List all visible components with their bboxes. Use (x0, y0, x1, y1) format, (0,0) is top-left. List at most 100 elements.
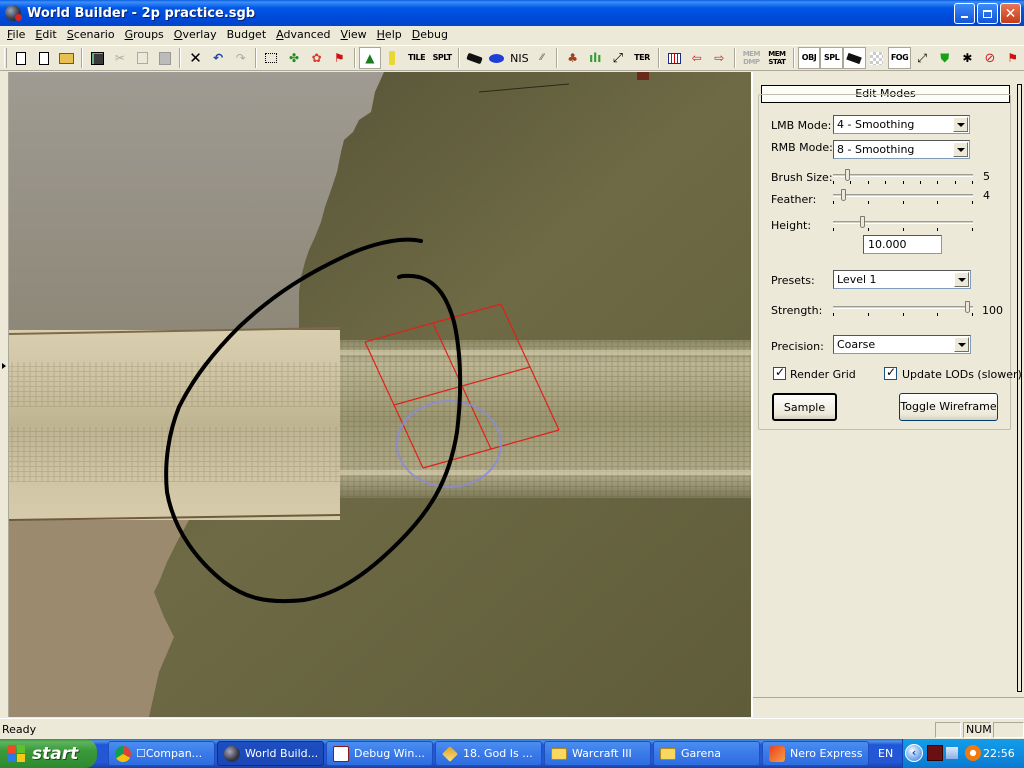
panel-scrollbar[interactable] (1017, 84, 1022, 692)
move-right-button[interactable]: ⇨ (708, 47, 731, 69)
network-icon[interactable] (946, 747, 958, 759)
split-button[interactable]: SPLT (429, 47, 455, 69)
taskbar-item[interactable]: Warcraft III (544, 741, 651, 766)
slider-track[interactable] (833, 221, 973, 224)
view-shield-button[interactable]: ⛊ (933, 47, 956, 69)
menu-scenario[interactable]: Scenario (62, 26, 120, 44)
tray-app-icon[interactable] (927, 745, 943, 761)
ter-button[interactable]: TER (629, 47, 655, 69)
delete-button[interactable]: ✕ (184, 47, 207, 69)
cut-button[interactable]: ✂ (108, 47, 131, 69)
taskbar-item[interactable]: Nero Express (762, 741, 869, 766)
minimize-button[interactable] (954, 3, 975, 24)
height-input[interactable]: 10.000 (863, 235, 942, 254)
tile-button[interactable]: TILE (404, 47, 430, 69)
taskbar-item[interactable]: World Build... (217, 741, 324, 766)
line-button[interactable]: ⤢ (607, 47, 630, 69)
menu-debug[interactable]: Debug (407, 26, 453, 44)
feather-slider[interactable] (833, 189, 973, 205)
chevron-down-icon[interactable] (953, 117, 968, 132)
new-alt-button[interactable] (33, 47, 56, 69)
slider-track[interactable] (833, 174, 973, 177)
view-flags-button[interactable]: ⚑ (1001, 47, 1024, 69)
mem-stat-button[interactable]: MEM STAT (764, 47, 790, 69)
terrain-edit-button[interactable]: ▲ (358, 47, 382, 69)
taskbar-item[interactable]: 18. God Is ... (435, 741, 542, 766)
world-builder-app-icon[interactable] (5, 5, 22, 21)
lmb-mode-select[interactable]: 4 - Smoothing (833, 115, 970, 134)
terrain-render[interactable] (9, 72, 751, 717)
view-rng-button[interactable]: ⊘ (979, 47, 1002, 69)
menu-file[interactable]: File (2, 26, 30, 44)
menu-overlay[interactable]: Overlay (169, 26, 222, 44)
brush-size-slider[interactable] (833, 169, 973, 185)
chevron-down-icon[interactable] (953, 142, 968, 157)
slider-thumb[interactable] (860, 216, 865, 228)
open-button[interactable] (55, 47, 78, 69)
menu-advanced[interactable]: Advanced (271, 26, 335, 44)
undo-button[interactable]: ↶ (207, 47, 230, 69)
map-viewport[interactable] (9, 72, 751, 717)
slider-thumb[interactable] (841, 189, 846, 201)
move-left-button[interactable]: ⇦ (685, 47, 708, 69)
precision-select[interactable]: Coarse (833, 335, 971, 354)
view-obj-button[interactable]: OBJ (797, 47, 821, 69)
language-indicator[interactable]: EN (878, 747, 893, 760)
fire-button[interactable]: ♣ (561, 47, 584, 69)
view-paths-button[interactable]: ⤢ (911, 47, 934, 69)
expand-arrow-icon[interactable] (2, 363, 6, 369)
menu-edit[interactable]: Edit (30, 26, 61, 44)
render-grid-checkbox[interactable] (773, 365, 786, 380)
markers-button[interactable]: ✿ (305, 47, 328, 69)
clock[interactable]: 22:56 (983, 747, 1015, 760)
road-button[interactable] (463, 47, 486, 69)
calendar-button[interactable] (663, 47, 686, 69)
paste-button[interactable] (154, 47, 177, 69)
menu-groups[interactable]: Groups (120, 26, 169, 44)
view-fog-button[interactable]: FOG (888, 47, 911, 69)
save-button[interactable] (86, 47, 109, 69)
start-button[interactable]: start (0, 739, 97, 768)
taskbar-item[interactable]: Debug Win... (326, 741, 433, 766)
mem-dmp-button[interactable]: MEM DMP (739, 47, 765, 69)
view-players-button[interactable]: ✱ (956, 47, 979, 69)
height-slider[interactable] (833, 216, 973, 232)
slider-thumb[interactable] (965, 301, 970, 313)
update-lods-checkbox[interactable] (884, 365, 897, 380)
path-button[interactable]: ⁄⁄ (531, 47, 554, 69)
toggle-wireframe-button[interactable]: Toggle Wireframe (899, 393, 998, 421)
presets-select[interactable]: Level 1 (833, 270, 971, 289)
redo-button[interactable]: ↷ (229, 47, 252, 69)
menu-view[interactable]: View (336, 26, 372, 44)
close-button[interactable]: ✕ (1000, 3, 1021, 24)
chevron-down-icon[interactable] (954, 272, 969, 287)
taskbar-item[interactable]: Garena (653, 741, 760, 766)
show-hidden-icons-button[interactable]: ‹ (905, 744, 923, 762)
view-checker-button[interactable] (866, 47, 889, 69)
select-button[interactable] (260, 47, 283, 69)
slider-thumb[interactable] (845, 169, 850, 181)
flag-button[interactable]: ⚑ (328, 47, 351, 69)
nis-button[interactable]: NIS (508, 47, 531, 69)
copy-button[interactable] (131, 47, 154, 69)
restore-button[interactable] (977, 3, 998, 24)
view-spl-button[interactable]: SPL (820, 47, 843, 69)
foliage-button[interactable]: ılı (584, 47, 607, 69)
menu-help[interactable]: Help (372, 26, 407, 44)
rmb-mode-select[interactable]: 8 - Smoothing (833, 140, 970, 159)
water-button[interactable] (486, 47, 509, 69)
slider-track[interactable] (833, 194, 973, 197)
map-object[interactable] (637, 72, 649, 80)
taskbar-item[interactable]: ☐Compan... (108, 741, 215, 766)
chevron-down-icon[interactable] (954, 337, 969, 352)
strength-slider[interactable] (833, 301, 973, 317)
menu-budget[interactable]: Budget (222, 26, 272, 44)
toolbar-grip[interactable] (4, 48, 7, 68)
slider-track[interactable] (833, 306, 973, 309)
sample-button[interactable]: Sample (772, 393, 837, 421)
new-button[interactable] (10, 47, 33, 69)
view-roads-button[interactable] (842, 47, 866, 69)
traffic-light-button[interactable] (381, 47, 404, 69)
side-collapse-strip[interactable] (0, 72, 9, 717)
units-button[interactable]: ✤ (283, 47, 306, 69)
